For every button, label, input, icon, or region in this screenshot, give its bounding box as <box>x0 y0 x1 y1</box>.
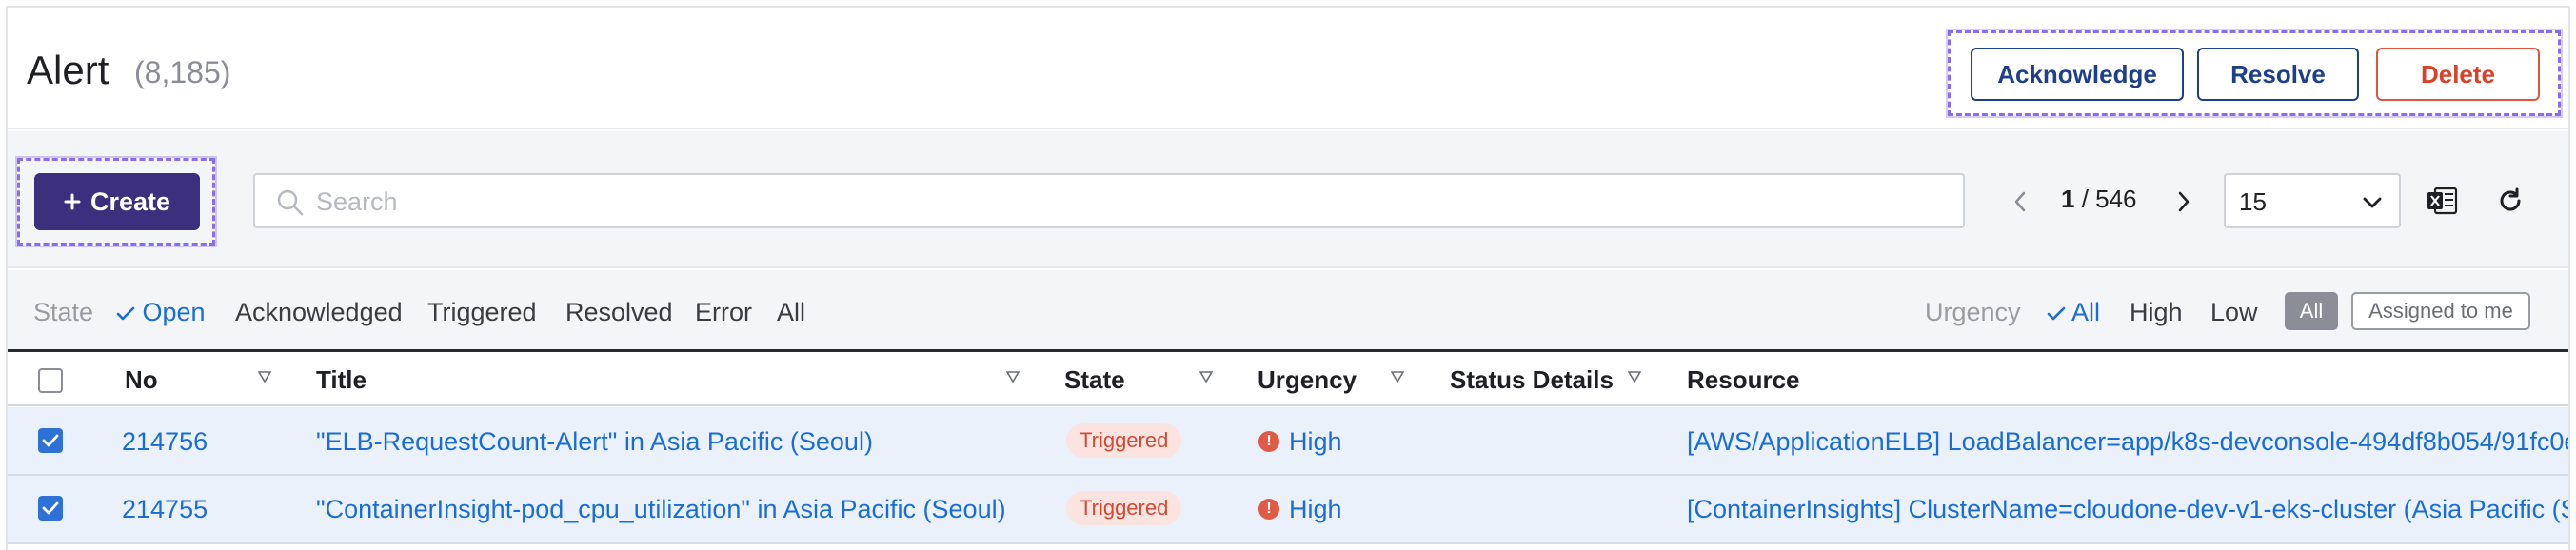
check-icon <box>2047 306 2066 321</box>
check-icon <box>116 306 135 321</box>
page-title: Alert <box>27 48 109 92</box>
alert-number-link[interactable]: 214756 <box>122 427 208 457</box>
state-badge: Triggered <box>1066 491 1182 525</box>
alert-number-link[interactable]: 214755 <box>122 495 208 524</box>
check-icon <box>42 501 59 515</box>
chevron-right-icon <box>2178 191 2190 212</box>
plus-icon <box>64 193 81 210</box>
excel-export-button[interactable] <box>2424 183 2460 219</box>
create-button[interactable]: Create <box>34 173 200 230</box>
state-open-label: Open <box>142 298 206 326</box>
page-size-value: 15 <box>2239 187 2267 216</box>
page-separator: / <box>2074 185 2096 213</box>
search-input[interactable] <box>316 185 1934 219</box>
state-filter-triggered[interactable]: Triggered <box>427 298 537 327</box>
select-all-checkbox[interactable] <box>38 368 63 393</box>
state-filter-all[interactable]: All <box>777 298 805 327</box>
page-size-select[interactable]: 15 <box>2224 173 2401 228</box>
create-button-label: Create <box>89 187 171 216</box>
refresh-button[interactable] <box>2492 183 2528 219</box>
alert-title-link[interactable]: "ContainerInsight-pod_cpu_utilization" i… <box>316 495 1006 524</box>
urgency-filter-low[interactable]: Low <box>2210 298 2258 327</box>
delete-button[interactable]: Delete <box>2376 48 2540 101</box>
assignee-filter-all[interactable]: All <box>2285 292 2338 330</box>
sort-icon[interactable] <box>258 371 271 383</box>
column-state[interactable]: State <box>1064 365 1125 395</box>
chevron-down-icon <box>2363 197 2382 208</box>
resource-link[interactable]: [ContainerInsights] ClusterName=cloudone… <box>1687 495 2568 524</box>
prev-page-button[interactable] <box>2003 185 2037 219</box>
resolve-button[interactable]: Resolve <box>2197 48 2359 101</box>
state-filter-acknowledged[interactable]: Acknowledged <box>235 298 403 327</box>
state-filter-label: State <box>33 298 94 326</box>
urgency-filter-high[interactable]: High <box>2130 298 2183 327</box>
chevron-left-icon <box>2014 191 2026 212</box>
state-filter-open[interactable]: Open <box>116 298 206 327</box>
assignee-filter-me[interactable]: Assigned to me <box>2351 292 2530 330</box>
refresh-icon <box>2500 187 2521 211</box>
state-filter-error[interactable]: Error <box>695 298 752 327</box>
sort-icon[interactable] <box>1628 371 1641 383</box>
page-total: 546 <box>2095 185 2137 213</box>
alert-icon: ! <box>1258 431 1279 452</box>
alert-title-link[interactable]: "ELB-RequestCount-Alert" in Asia Pacific… <box>316 427 873 457</box>
alert-icon: ! <box>1258 499 1279 520</box>
acknowledge-button[interactable]: Acknowledge <box>1971 48 2184 101</box>
excel-export-icon <box>2427 187 2458 215</box>
column-title[interactable]: Title <box>316 365 367 395</box>
row-checkbox[interactable] <box>38 496 63 521</box>
row-checkbox[interactable] <box>38 428 63 453</box>
column-resource[interactable]: Resource <box>1687 365 1800 395</box>
urgency-all-label: All <box>2071 298 2101 326</box>
alert-count: (8,185) <box>134 55 231 89</box>
column-urgency[interactable]: Urgency <box>1258 365 1357 395</box>
column-no[interactable]: No <box>125 365 158 395</box>
state-badge: Triggered <box>1066 423 1182 458</box>
check-icon <box>42 434 59 447</box>
urgency-value: High <box>1289 495 1342 523</box>
urgency-value: High <box>1289 427 1342 456</box>
urgency-filter-all[interactable]: All <box>2047 298 2100 327</box>
sort-icon[interactable] <box>1199 371 1213 383</box>
resource-link[interactable]: [AWS/ApplicationELB] LoadBalancer=app/k8… <box>1687 427 2568 457</box>
column-status-details[interactable]: Status Details <box>1450 365 1614 395</box>
next-page-button[interactable] <box>2167 185 2201 219</box>
state-filter-resolved[interactable]: Resolved <box>565 298 673 327</box>
search-icon <box>277 189 304 216</box>
urgency-filter-label: Urgency <box>1925 298 2021 326</box>
page-indicator: 1 / 546 <box>2061 185 2137 214</box>
sort-icon[interactable] <box>1391 371 1404 383</box>
page-current: 1 <box>2061 185 2075 213</box>
sort-icon[interactable] <box>1006 371 1020 383</box>
search-box[interactable] <box>253 173 1965 228</box>
